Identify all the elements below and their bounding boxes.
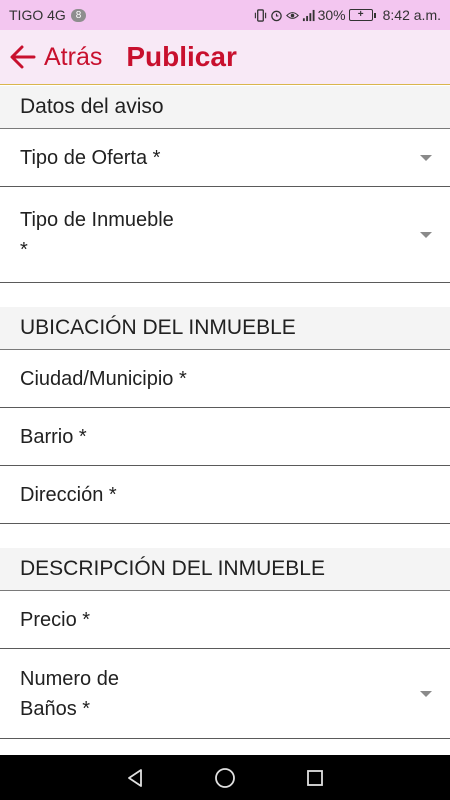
- back-button[interactable]: Atrás: [8, 42, 102, 72]
- status-bar: TIGO 4G 8 30% + 8:42 a.m.: [0, 0, 450, 30]
- system-nav-bar: [0, 755, 450, 800]
- precio-label: Precio *: [20, 608, 91, 631]
- ciudad-label: Ciudad/Municipio *: [20, 367, 187, 390]
- section-header-datos: Datos del aviso: [0, 86, 450, 129]
- vibrate-icon: [254, 8, 266, 22]
- battery-icon: +: [348, 9, 376, 21]
- nav-home-button[interactable]: [213, 766, 237, 790]
- barrio-field[interactable]: Barrio *: [0, 408, 450, 466]
- tipo-inmueble-label-line1: Tipo de Inmueble: [20, 208, 174, 231]
- barrio-label: Barrio *: [20, 425, 87, 448]
- section-spacer: [0, 283, 450, 307]
- tipo-inmueble-label: Tipo de Inmueble *: [20, 205, 174, 265]
- page-title: Publicar: [126, 41, 237, 72]
- tipo-inmueble-dropdown[interactable]: Tipo de Inmueble *: [0, 187, 450, 283]
- form-content[interactable]: Datos del aviso Tipo de Oferta * Tipo de…: [0, 86, 450, 755]
- caret-down-icon: [420, 231, 432, 238]
- status-left: TIGO 4G 8: [9, 7, 87, 23]
- clock: 8:42 a.m.: [382, 7, 441, 23]
- precio-field[interactable]: Precio *: [0, 591, 450, 649]
- signal-icon: [302, 9, 315, 21]
- battery-percent: 30%: [317, 7, 346, 23]
- section-header-descripcion: DESCRIPCIÓN DEL INMUEBLE: [0, 548, 450, 591]
- section-spacer: [0, 524, 450, 548]
- numero-banos-label: Numero de Baños *: [20, 664, 119, 724]
- app-bar: Atrás Publicar: [0, 30, 450, 85]
- ciudad-field[interactable]: Ciudad/Municipio *: [0, 350, 450, 408]
- tipo-inmueble-label-line2: *: [20, 238, 28, 261]
- numero-banos-dropdown[interactable]: Numero de Baños *: [0, 649, 450, 739]
- circle-home-icon: [215, 767, 235, 788]
- triangle-back-icon: [128, 768, 142, 787]
- direccion-field[interactable]: Dirección *: [0, 466, 450, 524]
- carrier-label: TIGO 4G: [9, 7, 66, 23]
- tipo-oferta-dropdown[interactable]: Tipo de Oferta *: [0, 129, 450, 187]
- back-label: Atrás: [44, 42, 103, 71]
- status-right: 30% + 8:42 a.m.: [254, 7, 441, 23]
- nav-back-button[interactable]: [123, 766, 147, 790]
- caret-down-icon: [420, 154, 432, 161]
- tipo-oferta-label: Tipo de Oferta *: [20, 146, 161, 169]
- numero-banos-label-line2: Baños *: [20, 697, 91, 720]
- arrow-left-icon: [10, 45, 36, 69]
- eye-icon: [285, 11, 299, 19]
- numero-banos-label-line1: Numero de: [20, 667, 119, 690]
- caret-down-icon: [420, 690, 432, 697]
- direccion-label: Dirección *: [20, 483, 117, 506]
- section-header-ubicacion: UBICACIÓN DEL INMUEBLE: [0, 307, 450, 350]
- notification-badge: 8: [70, 8, 87, 22]
- nav-recents-button[interactable]: [303, 766, 327, 790]
- square-recents-icon: [307, 769, 323, 786]
- alarm-icon: [270, 10, 282, 21]
